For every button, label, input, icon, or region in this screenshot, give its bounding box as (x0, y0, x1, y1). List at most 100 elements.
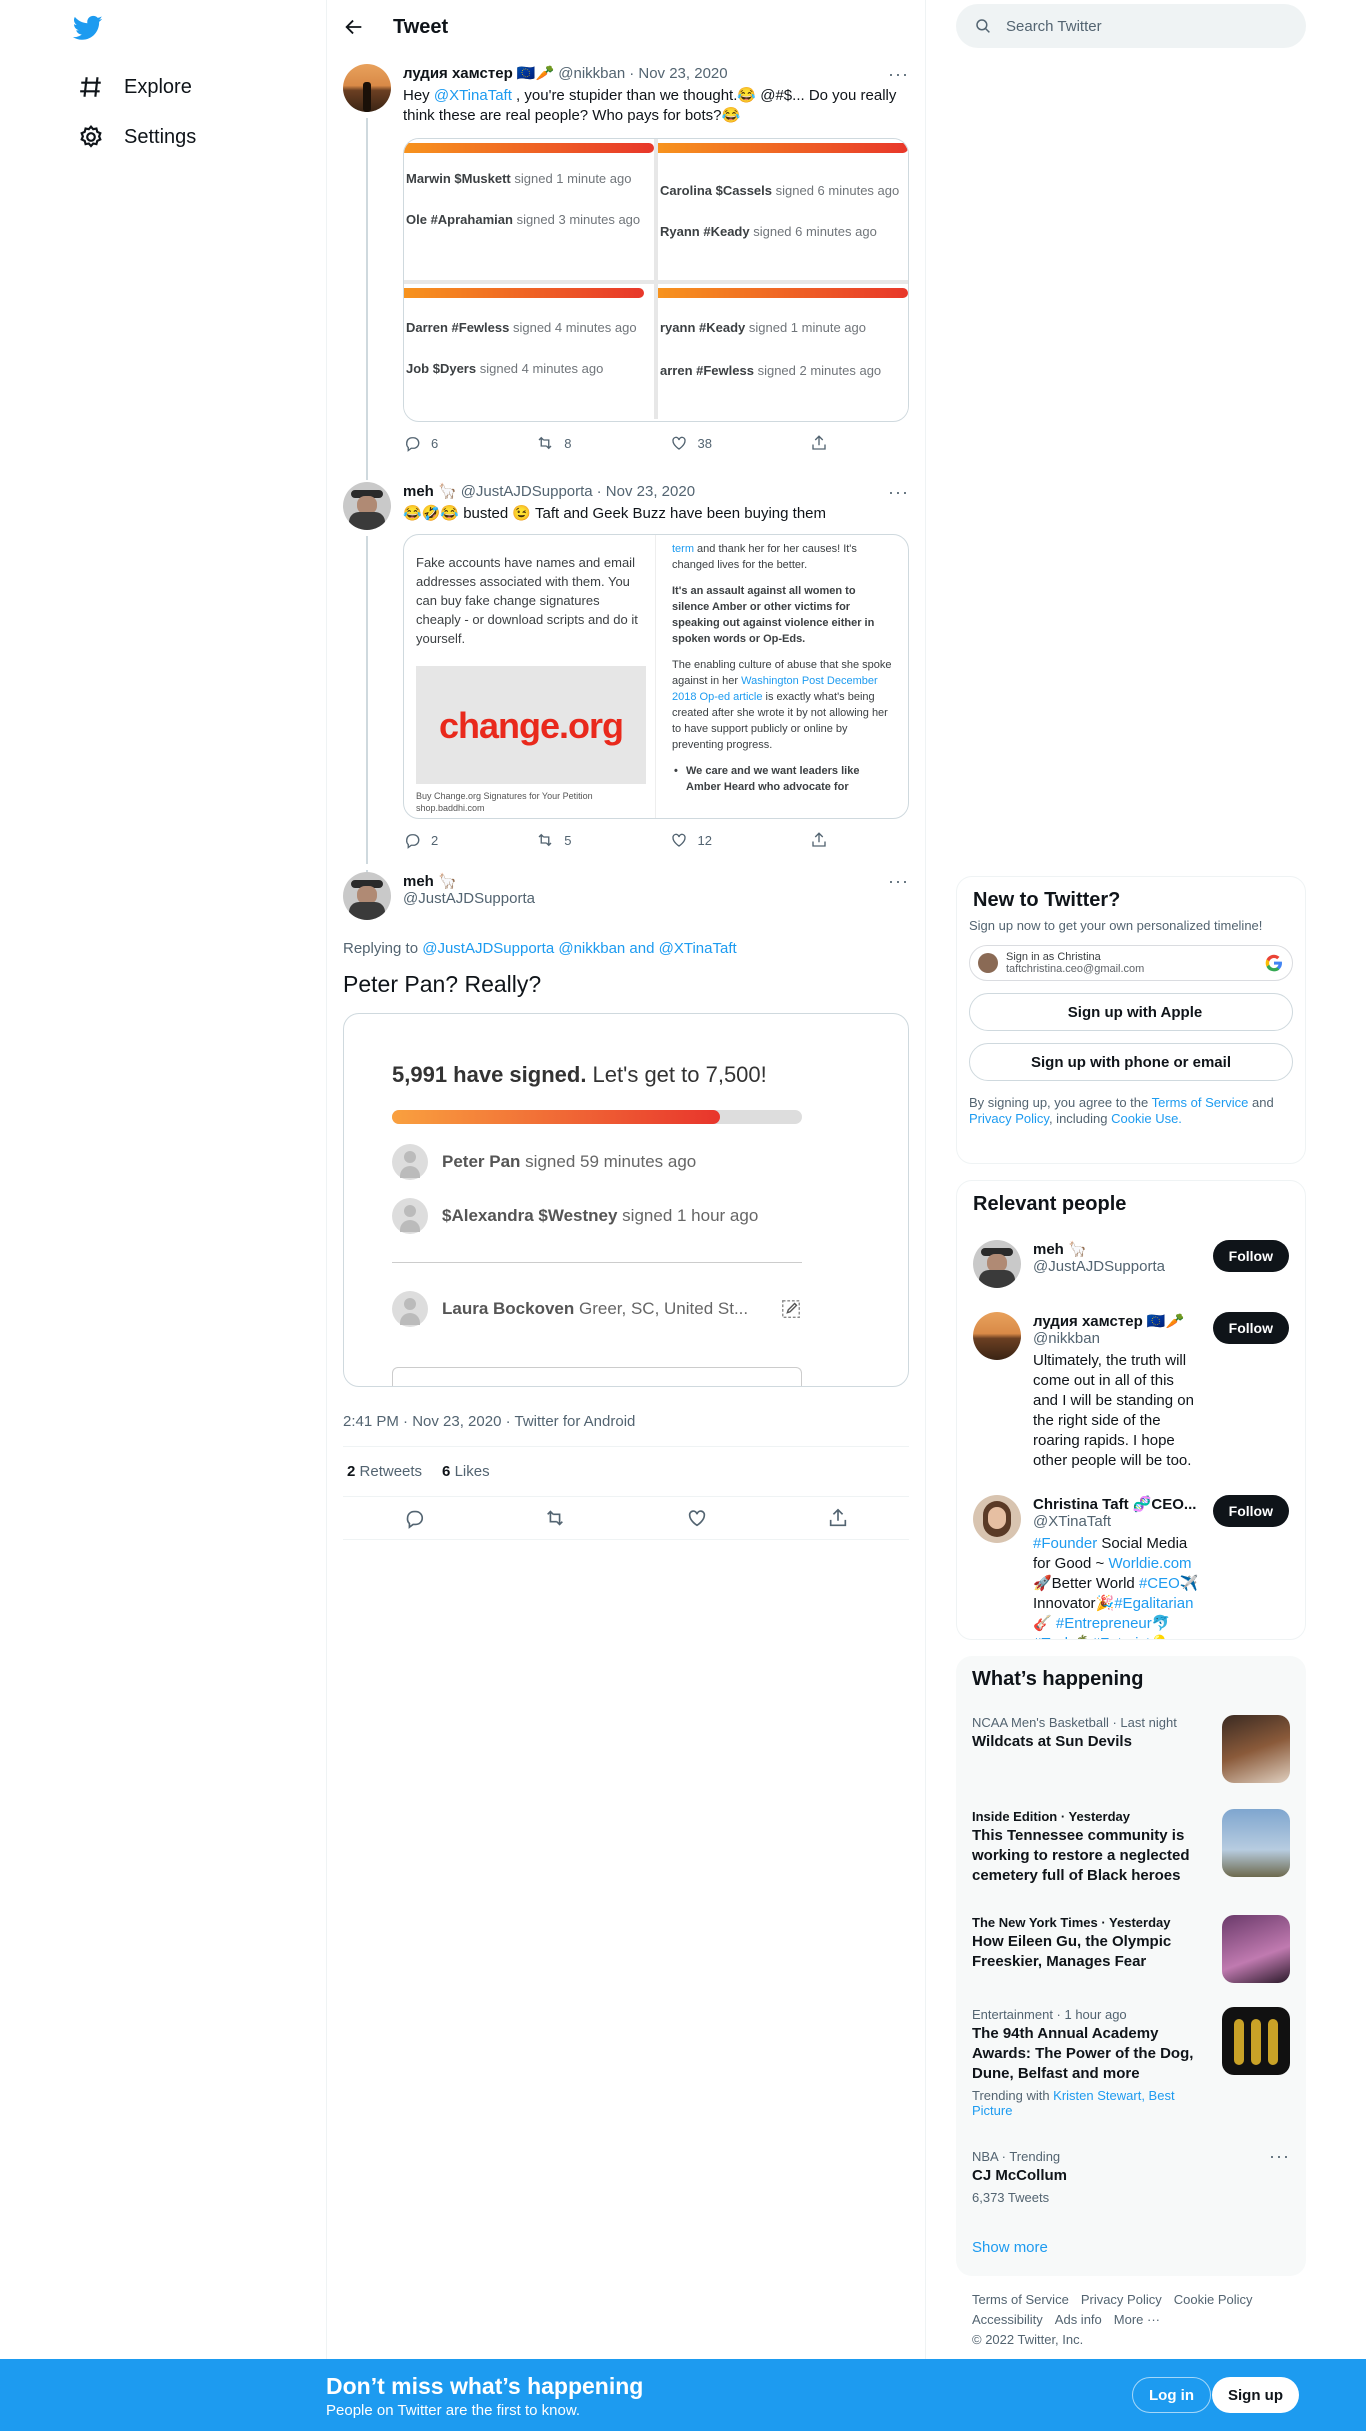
author-handle[interactable]: @JustAJDSupporta (403, 890, 909, 907)
terms-text: By signing up, you agree to the Terms of… (969, 1095, 1274, 1126)
search-input[interactable]: Search Twitter (1006, 18, 1102, 35)
hashtag-link[interactable]: #CEO (1139, 1575, 1180, 1592)
person-item[interactable]: Christina Taft 🧬CEO... @XTinaTaft #Founder… (957, 1483, 1305, 1639)
retweet-icon (538, 833, 552, 847)
trend-title: CJ McCollum (972, 2167, 1068, 2184)
hashtag-link[interactable]: #Entrepreneur (1056, 1615, 1152, 1632)
like-button[interactable]: 12 (670, 831, 712, 849)
footer-link[interactable]: Accessibility (972, 2312, 1043, 2327)
avatar[interactable] (973, 1312, 1021, 1360)
search-box[interactable]: Search Twitter (956, 4, 1306, 48)
copyright: © 2022 Twitter, Inc. (972, 2332, 1084, 2347)
thread-tweet[interactable]: лудия хамстер 🇪🇺🥕 @nikkban · Nov 23, 202… (327, 54, 925, 472)
person-item[interactable]: лудия хамстер 🇪🇺🥕 @nikkban Ultimately, the… (957, 1300, 1305, 1483)
google-line1: Sign in as Christina (1006, 951, 1101, 963)
trend-context: The New York Times · Yesterday (972, 1915, 1171, 1930)
retweet-button[interactable]: 8 (536, 434, 571, 452)
share-button[interactable] (810, 831, 828, 849)
signup-button[interactable]: Sign up (1212, 2377, 1299, 2413)
show-more-link[interactable]: Show more (956, 2223, 1306, 2272)
hashtag-link[interactable]: #Futurist (1092, 1635, 1150, 1639)
avatar[interactable] (343, 872, 391, 920)
footer-link[interactable]: More ··· (1114, 2312, 1160, 2327)
share-icon[interactable] (827, 1507, 849, 1529)
main-tweet: meh 🦙 @JustAJDSupporta ··· Replying to @… (327, 870, 925, 1540)
like-button[interactable]: 38 (670, 434, 712, 452)
footer-link[interactable]: Ads info (1055, 2312, 1102, 2327)
heart-icon[interactable] (686, 1507, 708, 1529)
author-name[interactable]: лудия хамстер 🇪🇺🥕 (403, 64, 554, 84)
heart-icon (671, 833, 686, 847)
reply-icon[interactable] (403, 1507, 425, 1529)
more-options-icon[interactable]: ··· (888, 872, 909, 890)
tweet-media-signatures[interactable]: Marwin $Muskett signed 1 minute ago Ole … (403, 138, 909, 422)
person-item[interactable]: meh 🦙 @JustAJDSupporta Follow (957, 1228, 1305, 1300)
author-handle[interactable]: @nikkban (558, 64, 625, 84)
default-avatar-icon (392, 1144, 428, 1180)
retweet-button[interactable]: 5 (536, 831, 571, 849)
trend-item[interactable]: NBA · Trending CJ McCollum 6,373 Tweets ··… (956, 2137, 1306, 2223)
nav-settings[interactable]: Settings (66, 116, 208, 158)
tweet-media-petition[interactable]: 5,991 have signed. Let's get to 7,500! P… (343, 1013, 909, 1387)
divider (392, 1262, 802, 1263)
more-options-icon[interactable]: ··· (1269, 2147, 1290, 2165)
signer-row: Laura Bockoven Greer, SC, United St... (392, 1291, 802, 1327)
tweet-date[interactable]: · Nov 23, 2020 (629, 64, 727, 84)
card-subtitle: Sign up now to get your own personalized… (969, 918, 1263, 933)
follow-button[interactable]: Follow (1212, 1495, 1289, 1527)
trend-item[interactable]: NCAA Men's Basketball · Last night Wildca… (956, 1703, 1306, 1797)
hashtag-link[interactable]: #Tech (1033, 1635, 1073, 1639)
terms-link[interactable]: Terms of Service (1152, 1095, 1249, 1110)
reply-button[interactable]: 2 (403, 831, 438, 849)
thread-tweet[interactable]: meh 🦙 @JustAJDSupporta · Nov 23, 2020 ··… (327, 472, 925, 864)
author-name[interactable]: meh 🦙 (403, 872, 909, 890)
replying-to-links[interactable]: @JustAJDSupporta @nikkban and @XTinaTaft (422, 940, 736, 957)
thread-line (366, 472, 368, 480)
tweet-media-article[interactable]: Fake accounts have names and email addre… (403, 534, 909, 819)
share-button[interactable] (810, 434, 828, 452)
twitter-logo-icon[interactable] (72, 13, 104, 43)
trend-context: Inside Edition · Yesterday (972, 1809, 1130, 1824)
back-arrow-icon[interactable] (343, 16, 365, 38)
more-options-icon[interactable]: ··· (888, 483, 909, 501)
footer-link[interactable]: Cookie Policy (1174, 2292, 1253, 2307)
reply-button[interactable]: 6 (403, 434, 438, 452)
nav-explore[interactable]: Explore (66, 66, 204, 108)
change-org-logo: change.org (416, 666, 646, 784)
google-sign-in-button[interactable]: Sign in as Christina taftchristina.ceo@g… (969, 945, 1293, 981)
avatar[interactable] (973, 1240, 1021, 1288)
tweet-header: Tweet (327, 0, 925, 54)
bottom-signup-bar: Don’t miss what’s happening People on Tw… (0, 2359, 1366, 2431)
avatar[interactable] (343, 64, 391, 112)
login-button[interactable]: Log in (1132, 2377, 1211, 2413)
likes-stat[interactable]: 6 Likes (442, 1463, 490, 1480)
thread-line (366, 118, 368, 472)
reply-icon (406, 437, 420, 452)
sign-up-phone-button[interactable]: Sign up with phone or email (969, 1043, 1293, 1081)
more-options-icon[interactable]: ··· (888, 65, 909, 83)
tweet-timestamp[interactable]: 2:41 PM · Nov 23, 2020 · Twitter for And… (343, 1413, 909, 1447)
tweet-date[interactable]: · Nov 23, 2020 (597, 482, 695, 502)
trend-item[interactable]: Inside Edition · Yesterday This Tennessee… (956, 1797, 1306, 1903)
hashtag-link[interactable]: #Egalitarian (1114, 1595, 1193, 1612)
petition-progress-track (392, 1110, 802, 1124)
sign-up-apple-button[interactable]: Sign up with Apple (969, 993, 1293, 1031)
footer-link[interactable]: Terms of Service (972, 2292, 1069, 2307)
mention-link[interactable]: @XTinaTaft (434, 87, 512, 104)
trend-item[interactable]: Entertainment · 1 hour ago The 94th Annua… (956, 1995, 1306, 2137)
default-avatar-icon (392, 1198, 428, 1234)
footer-link[interactable]: Privacy Policy (1081, 2292, 1162, 2307)
author-name[interactable]: meh 🦙 (403, 482, 457, 502)
hashtag-link[interactable]: Worldie.com (1108, 1555, 1191, 1572)
follow-button[interactable]: Follow (1212, 1312, 1289, 1344)
cookie-link[interactable]: Cookie Use. (1111, 1111, 1182, 1126)
author-handle[interactable]: @JustAJDSupporta (461, 482, 593, 502)
privacy-link[interactable]: Privacy Policy (969, 1111, 1049, 1126)
retweet-icon[interactable] (544, 1507, 566, 1529)
avatar[interactable] (973, 1495, 1021, 1543)
retweets-stat[interactable]: 2 Retweets (347, 1463, 422, 1480)
hashtag-link[interactable]: #Founder (1033, 1535, 1097, 1552)
trend-item[interactable]: The New York Times · Yesterday How Eileen… (956, 1903, 1306, 1995)
avatar[interactable] (343, 482, 391, 530)
follow-button[interactable]: Follow (1212, 1240, 1289, 1272)
